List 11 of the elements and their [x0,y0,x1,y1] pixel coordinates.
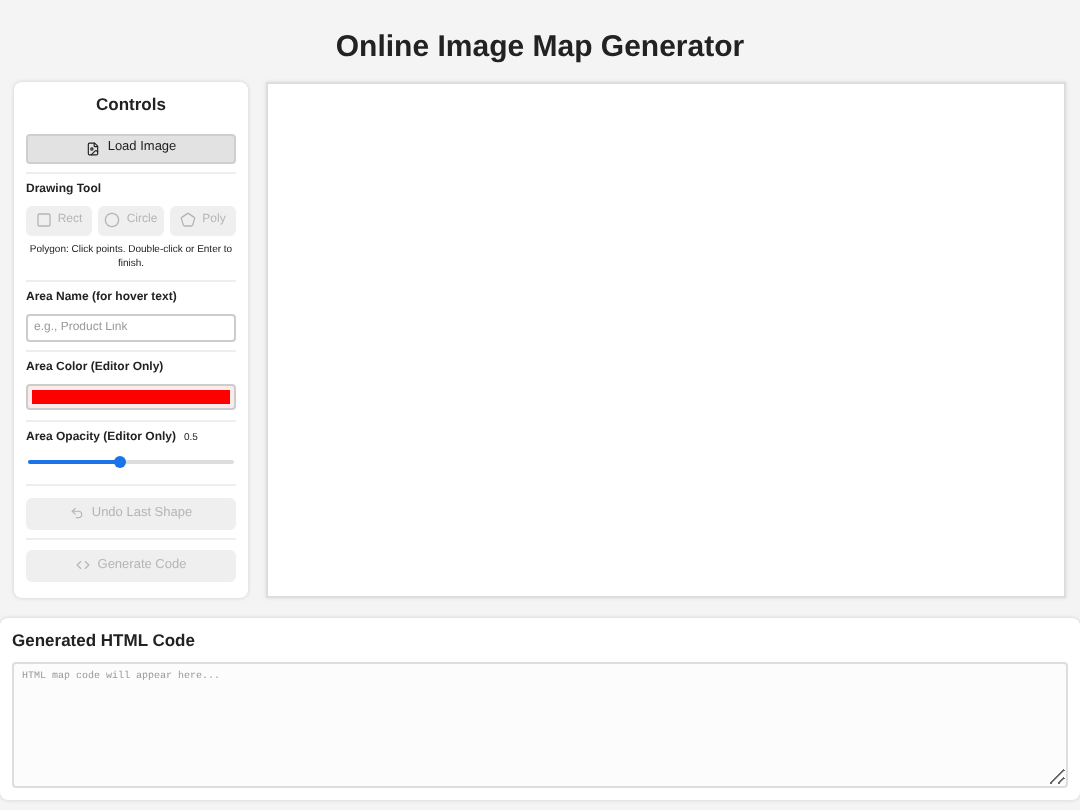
undo-icon [69,506,84,521]
square-icon [35,212,52,229]
circle-icon [104,212,121,229]
slider-thumb[interactable] [114,455,127,468]
panel-heading: Controls [94,92,168,118]
output-heading: Generated HTML Code [12,628,197,654]
file-icon [85,141,100,156]
page-title: Online Image Map Generator [333,28,747,68]
code-icon [75,558,90,573]
pentagon-icon [180,212,197,229]
color-picker[interactable] [26,383,236,410]
